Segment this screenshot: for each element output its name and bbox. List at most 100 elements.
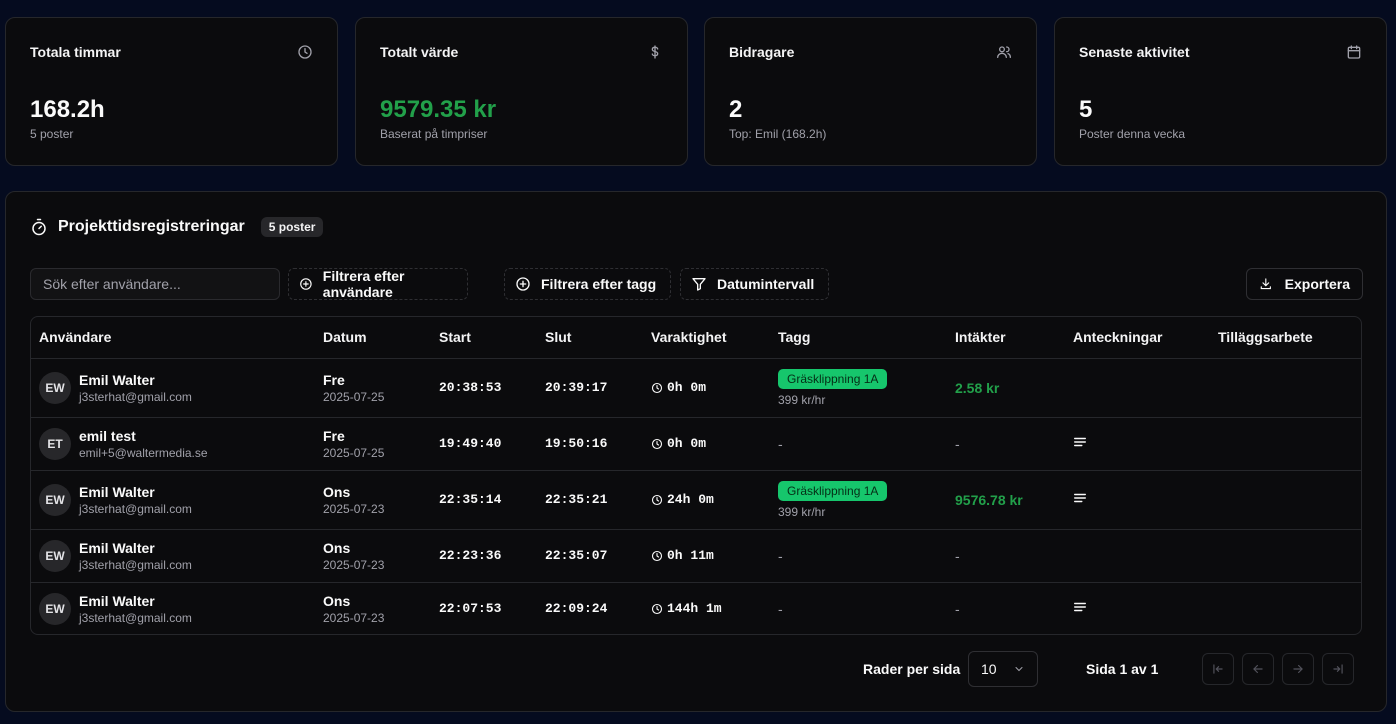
column-header-duration[interactable]: Varaktighet [643, 317, 770, 359]
start-time: 20:38:53 [431, 358, 537, 418]
first-page-button[interactable] [1202, 653, 1234, 685]
date-cell: Ons 2025-07-23 [315, 529, 431, 583]
duration-cell: 0h 0m [643, 417, 770, 471]
notes-icon[interactable] [1073, 491, 1087, 505]
column-header-extra-work[interactable]: Tilläggsarbete [1210, 317, 1361, 359]
notes-icon[interactable] [1073, 435, 1087, 449]
user-search-input[interactable] [30, 268, 280, 300]
arrow-right-icon [1293, 664, 1303, 674]
user-cell: ET emil test emil+5@waltermedia.se [31, 417, 315, 471]
duration: 0h 11m [667, 548, 714, 563]
income: - [947, 529, 1065, 583]
last-page-icon [1333, 664, 1343, 674]
card-value: 2 [729, 96, 743, 123]
tag-empty: - [770, 417, 947, 471]
start-time: 22:35:14 [431, 470, 537, 530]
tag-empty: - [778, 600, 783, 617]
weekday: Ons [323, 483, 351, 500]
column-header-end[interactable]: Slut [537, 317, 643, 359]
tag-empty: - [770, 529, 947, 583]
next-page-button[interactable] [1282, 653, 1314, 685]
user-name: Emil Walter [79, 592, 155, 609]
hourly-rate: 399 kr/hr [778, 392, 826, 407]
notes-icon[interactable] [1073, 600, 1087, 614]
time-entries-table: Användare Datum Start Slut Varaktighet T… [30, 316, 1362, 635]
previous-page-button[interactable] [1242, 653, 1274, 685]
card-value: 5 [1079, 96, 1093, 123]
date-range-label: Datumintervall [717, 276, 815, 292]
duration-cell: 144h 1m [643, 582, 770, 634]
date-range-button[interactable]: Datumintervall [680, 268, 829, 300]
column-header-date[interactable]: Datum [315, 317, 431, 359]
table-header-row: Användare Datum Start Slut Varaktighet T… [31, 317, 1361, 359]
card-subtitle: Poster denna vecka [1079, 127, 1186, 141]
user-cell: EW Emil Walter j3sterhat@gmail.com [31, 582, 315, 634]
user-cell: EW Emil Walter j3sterhat@gmail.com [31, 358, 315, 418]
user-email: j3sterhat@gmail.com [79, 389, 192, 404]
card-subtitle: Top: Emil (168.2h) [729, 127, 827, 141]
avatar: EW [39, 371, 71, 404]
stat-card-total-hours: Totala timmar 168.2h 5 poster [5, 17, 338, 166]
date: 2025-07-23 [323, 557, 385, 572]
export-button[interactable]: Exportera [1246, 268, 1363, 300]
column-header-user[interactable]: Användare [31, 317, 315, 359]
user-cell: EW Emil Walter j3sterhat@gmail.com [31, 529, 315, 583]
end-time: 22:35:07 [537, 529, 643, 583]
hourly-rate: 399 kr/hr [778, 504, 826, 519]
income: 2.58 kr [947, 358, 1065, 418]
card-title: Senaste aktivitet [1079, 44, 1190, 60]
duration-cell: 0h 11m [643, 529, 770, 583]
user-email: emil+5@waltermedia.se [79, 445, 208, 460]
end-time: 22:09:24 [545, 601, 608, 617]
card-subtitle: 5 poster [30, 127, 74, 141]
end-time: 22:35:21 [537, 470, 643, 530]
date-cell: Ons 2025-07-23 [315, 470, 431, 530]
stat-card-total-value: Totalt värde 9579.35 kr Baserat på timpr… [355, 17, 688, 166]
panel-header: Projekttidsregistreringar 5 poster [30, 217, 324, 237]
extra-work-cell [1210, 470, 1361, 530]
card-title: Totalt värde [380, 44, 459, 60]
rows-per-page-label: Rader per sida [863, 661, 961, 677]
filter-tag-button[interactable]: Filtrera efter tagg [504, 268, 671, 300]
avatar: EW [39, 539, 71, 572]
user-email: j3sterhat@gmail.com [79, 501, 192, 516]
tag-cell: Gräsklippning 1A 399 kr/hr [770, 470, 947, 530]
date: 2025-07-25 [323, 389, 385, 404]
export-label: Exportera [1284, 276, 1350, 292]
last-page-button[interactable] [1322, 653, 1354, 685]
table-row[interactable]: EW Emil Walter j3sterhat@gmail.com Fre 20… [31, 358, 1361, 418]
extra-work-cell [1210, 529, 1361, 583]
filter-user-button[interactable]: Filtrera efter användare [288, 268, 468, 300]
filter-icon [692, 278, 706, 291]
stat-card-contributors: Bidragare 2 Top: Emil (168.2h) [704, 17, 1037, 166]
duration: 0h 0m [667, 436, 707, 451]
weekday: Fre [323, 427, 345, 444]
income: - [955, 600, 960, 617]
table-row[interactable]: EW Emil Walter j3sterhat@gmail.com Ons 20… [31, 582, 1361, 634]
column-header-income[interactable]: Intäkter [947, 317, 1065, 359]
column-header-tag[interactable]: Tagg [770, 317, 947, 359]
weekday: Ons [323, 592, 351, 609]
clock-icon [651, 550, 663, 561]
tag-badge[interactable]: Gräsklippning 1A [778, 368, 888, 389]
table-row[interactable]: ET emil test emil+5@waltermedia.se Fre 20… [31, 417, 1361, 471]
table-row[interactable]: EW Emil Walter j3sterhat@gmail.com Ons 20… [31, 470, 1361, 530]
tag-badge[interactable]: Gräsklippning 1A [778, 480, 888, 501]
user-email: j3sterhat@gmail.com [79, 557, 192, 572]
rows-per-page-value: 10 [981, 661, 997, 677]
column-header-notes[interactable]: Anteckningar [1065, 317, 1210, 359]
table-row[interactable]: EW Emil Walter j3sterhat@gmail.com Ons 20… [31, 529, 1361, 583]
rows-per-page-select[interactable]: 10 [968, 651, 1038, 687]
user-email: j3sterhat@gmail.com [79, 610, 192, 625]
clock-icon [651, 494, 663, 505]
income: 9576.78 kr [947, 470, 1065, 530]
arrow-left-icon [1253, 664, 1263, 674]
calendar-icon [1347, 45, 1361, 59]
extra-work-cell [1210, 417, 1361, 471]
date-cell: Fre 2025-07-25 [315, 417, 431, 471]
extra-work-cell [1210, 582, 1361, 634]
column-header-start[interactable]: Start [431, 317, 537, 359]
income: - [947, 417, 1065, 471]
user-cell: EW Emil Walter j3sterhat@gmail.com [31, 470, 315, 530]
start-time: 22:07:53 [439, 601, 502, 617]
